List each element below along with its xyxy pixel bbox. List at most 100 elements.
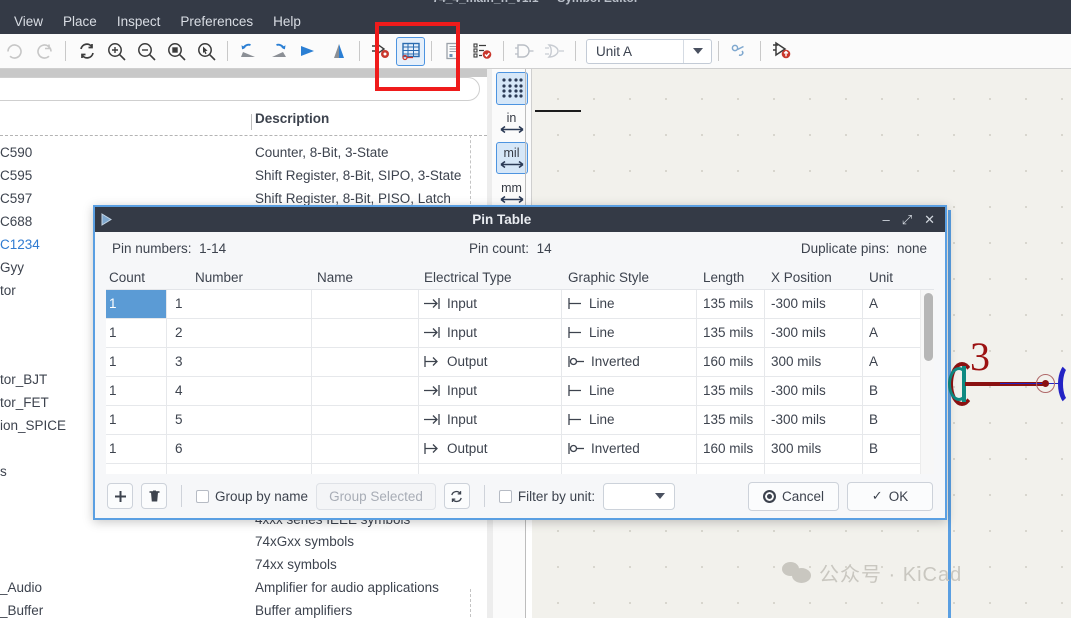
menu-item-inspect[interactable]: Inspect: [107, 11, 171, 32]
table-row[interactable]: 1 4 Input Line 135 mils -300 mils B: [106, 377, 934, 406]
delete-pin-button[interactable]: [141, 483, 167, 509]
cell-length[interactable]: 135 mils: [703, 325, 753, 340]
rotate-ccw-icon[interactable]: [234, 37, 263, 66]
cell-length[interactable]: 160 mils: [703, 354, 753, 369]
table-row[interactable]: 1 1 Input Line 135 mils -300 mils A: [106, 290, 934, 319]
cell-unit[interactable]: A: [869, 296, 878, 311]
group-selected-button[interactable]: Group Selected: [316, 482, 436, 510]
cell-length[interactable]: 160 mils: [703, 441, 753, 456]
cell-number[interactable]: 6: [175, 441, 183, 456]
cell-count[interactable]: 1: [109, 412, 117, 427]
cell-graphic-style[interactable]: Inverted: [568, 354, 640, 369]
demorgan-standard-icon[interactable]: [510, 37, 539, 66]
menu-item-preferences[interactable]: Preferences: [170, 11, 263, 32]
unit-mils[interactable]: mil: [495, 141, 528, 175]
table-row[interactable]: 1 2 Input Line 135 mils -300 mils A: [106, 319, 934, 348]
cell-x-position[interactable]: -300 mils: [771, 412, 826, 427]
rotate-cw-icon[interactable]: [264, 37, 293, 66]
table-row[interactable]: 1 3 Output Inverted 160 mils 300 mils A: [106, 348, 934, 377]
column-header-unit[interactable]: Unit: [869, 270, 893, 285]
demorgan-alt-icon[interactable]: [540, 37, 569, 66]
ok-button[interactable]: ✓ OK: [847, 481, 933, 511]
cell-count[interactable]: 1: [109, 354, 117, 369]
chevron-down-icon[interactable]: [683, 39, 711, 63]
cell-electrical-type[interactable]: Input: [424, 383, 477, 398]
zoom-fit-icon[interactable]: [162, 37, 191, 66]
column-header-x-position[interactable]: X Position: [771, 270, 832, 285]
chevron-down-icon[interactable]: [655, 493, 666, 499]
filter-unit-combo[interactable]: [603, 482, 676, 510]
cell-x-position[interactable]: 300 mils: [771, 441, 821, 456]
cell-x-position[interactable]: 300 mils: [771, 354, 821, 369]
filter-by-unit-checkbox[interactable]: Filter by unit:: [498, 489, 595, 504]
cell-electrical-type[interactable]: Input: [424, 325, 477, 340]
checkbox-box[interactable]: [196, 489, 209, 503]
mirror-horizontal-icon[interactable]: [294, 37, 323, 66]
menu-item-help[interactable]: Help: [263, 11, 311, 32]
refresh-icon[interactable]: [443, 483, 470, 509]
menu-item-place[interactable]: Place: [53, 11, 107, 32]
unit-selector-combo[interactable]: Unit A: [586, 38, 712, 64]
datasheet-icon[interactable]: [438, 37, 467, 66]
cell-length[interactable]: 135 mils: [703, 412, 753, 427]
add-pin-button[interactable]: [107, 483, 133, 509]
cell-count[interactable]: 1: [109, 383, 117, 398]
table-row[interactable]: 1 6 Output Inverted 160 mils 300 mils B: [106, 435, 934, 464]
cancel-button[interactable]: Cancel: [747, 481, 839, 511]
cell-number[interactable]: 1: [175, 296, 183, 311]
cell-graphic-style[interactable]: Inverted: [568, 441, 640, 456]
cell-number[interactable]: 2: [175, 325, 183, 340]
cell-graphic-style[interactable]: Line: [568, 412, 615, 427]
symbol-properties-icon[interactable]: [366, 37, 395, 66]
export-symbol-icon[interactable]: [767, 37, 796, 66]
group-by-name-checkbox[interactable]: Group by name: [196, 489, 308, 504]
check-symbol-icon[interactable]: [468, 37, 497, 66]
cell-graphic-style[interactable]: Line: [568, 325, 615, 340]
cell-unit[interactable]: B: [869, 412, 878, 427]
cell-length[interactable]: 135 mils: [703, 383, 753, 398]
unit-inches[interactable]: in: [496, 107, 528, 140]
cell-length[interactable]: 135 mils: [703, 296, 753, 311]
cell-number[interactable]: 4: [175, 383, 183, 398]
cell-number[interactable]: 5: [175, 412, 183, 427]
cell-count[interactable]: 1: [109, 441, 117, 456]
cell-unit[interactable]: B: [869, 383, 878, 398]
pin-table-icon[interactable]: [396, 36, 425, 66]
cell-x-position[interactable]: -300 mils: [771, 325, 826, 340]
mirror-vertical-icon[interactable]: [324, 37, 353, 66]
cell-electrical-type[interactable]: Input: [424, 296, 477, 311]
zoom-selection-icon[interactable]: [192, 37, 221, 66]
column-header-electrical-type[interactable]: Electrical Type: [424, 270, 512, 285]
scrollbar-thumb[interactable]: [924, 293, 933, 361]
column-header-name[interactable]: Name: [317, 270, 353, 285]
cell-electrical-type[interactable]: Input: [424, 412, 477, 427]
cell-unit[interactable]: A: [869, 325, 878, 340]
zoom-in-icon[interactable]: [102, 37, 131, 66]
cell-x-position[interactable]: -300 mils: [771, 383, 826, 398]
column-header-count[interactable]: Count: [109, 270, 145, 285]
minimize-icon[interactable]: –: [882, 212, 889, 227]
column-header-number[interactable]: Number: [195, 270, 243, 285]
close-icon[interactable]: ✕: [924, 212, 935, 228]
grid-dots-icon[interactable]: [495, 72, 528, 105]
cell-unit[interactable]: B: [869, 441, 878, 456]
checkbox-box[interactable]: [498, 489, 512, 503]
column-header-graphic-style[interactable]: Graphic Style: [568, 270, 649, 285]
pin-table-grid[interactable]: Count Number Name Electrical Type Graphi…: [106, 267, 934, 475]
table-row[interactable]: 1 5 Input Line 135 mils -300 mils B: [106, 406, 934, 435]
cell-count[interactable]: 1: [109, 325, 117, 340]
cell-number[interactable]: 3: [175, 354, 183, 369]
zoom-out-icon[interactable]: [132, 37, 161, 66]
redo-circle-icon[interactable]: [30, 37, 59, 66]
cell-graphic-style[interactable]: Line: [568, 383, 615, 398]
undo-circle-icon[interactable]: [0, 37, 29, 66]
maximize-icon[interactable]: ⤢: [902, 212, 912, 228]
column-header-length[interactable]: Length: [703, 270, 744, 285]
symbol-search-input[interactable]: [0, 77, 480, 101]
pin-tool-icon[interactable]: [725, 37, 754, 66]
cell-graphic-style[interactable]: Line: [568, 296, 615, 311]
cell-unit[interactable]: A: [869, 354, 878, 369]
refresh-icon[interactable]: [72, 37, 101, 66]
cell-x-position[interactable]: -300 mils: [771, 296, 826, 311]
cell-count-selected[interactable]: 1: [106, 290, 166, 318]
